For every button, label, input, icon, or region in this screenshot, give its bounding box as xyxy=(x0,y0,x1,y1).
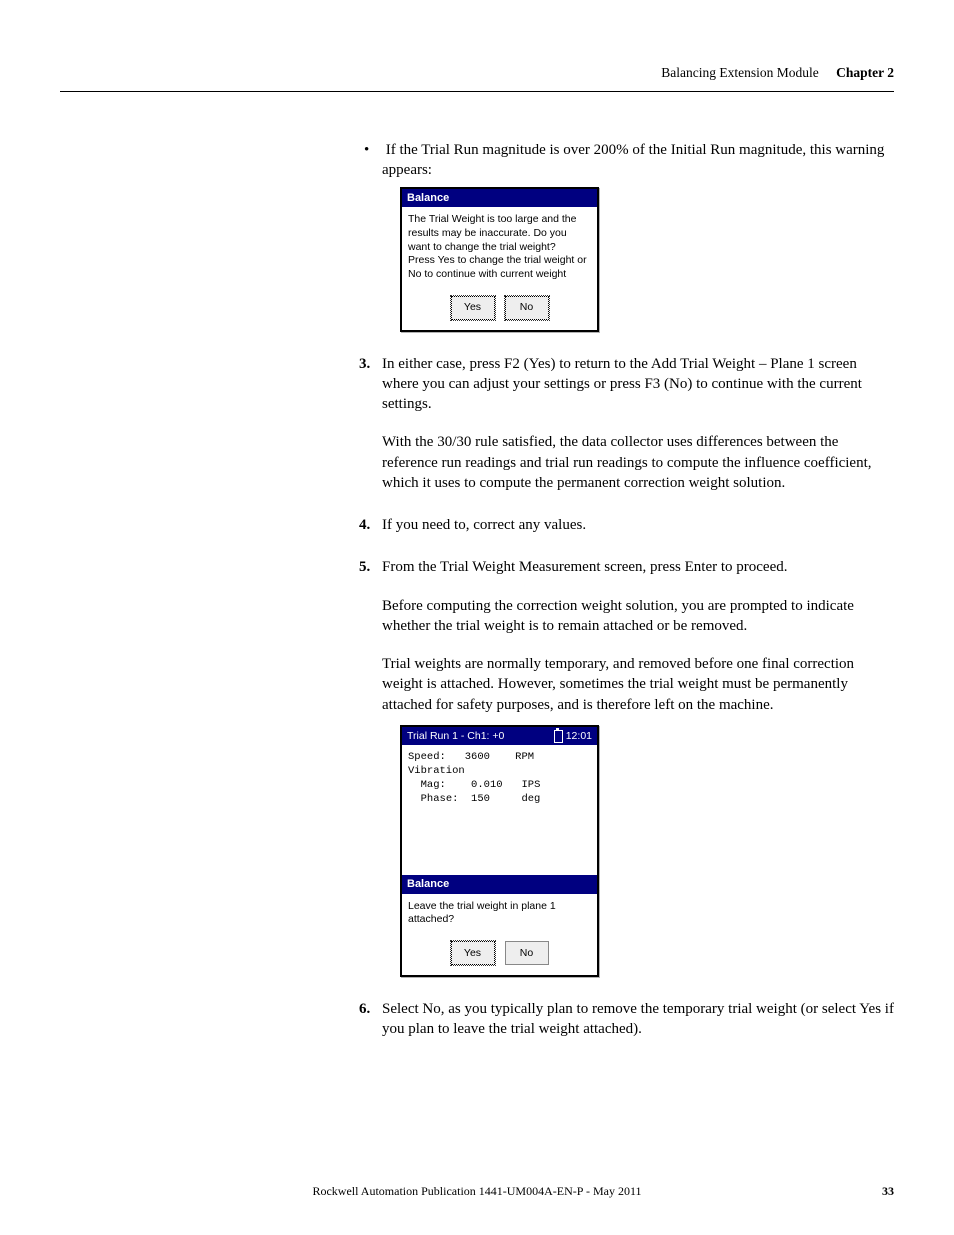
dialog-body: Leave the trial weight in plane 1 attach… xyxy=(402,894,597,935)
mag-label: Mag: xyxy=(421,779,446,791)
balance-dialog-oversize: Balance The Trial Weight is too large an… xyxy=(400,187,599,332)
trial-run-screen-figure: Trial Run 1 - Ch1: +0 12:01 Speed: 3600 … xyxy=(400,725,894,977)
step-3: 3.In either case, press F2 (Yes) to retu… xyxy=(382,354,894,415)
body-content: If the Trial Run magnitude is over 200% … xyxy=(360,140,894,1040)
step-number: 4. xyxy=(359,515,382,535)
step-text: In either case, press F2 (Yes) to return… xyxy=(382,356,862,413)
chapter-label: Chapter 2 xyxy=(836,65,894,80)
battery-icon xyxy=(554,730,563,743)
screen-body: Speed: 3600 RPM Vibration Mag: 0.010 IPS… xyxy=(402,745,597,875)
dialog-title: Balance xyxy=(402,875,597,894)
yes-button[interactable]: Yes xyxy=(451,941,495,965)
row-phase: Phase: 150 deg xyxy=(408,792,591,806)
step-6: 6.Select No, as you typically plan to re… xyxy=(382,999,894,1040)
step-number: 6. xyxy=(359,999,382,1019)
speed-unit: RPM xyxy=(515,751,534,763)
step-5: 5.From the Trial Weight Measurement scre… xyxy=(382,557,894,577)
para-before-computing: Before computing the correction weight s… xyxy=(382,596,894,637)
trial-run-screen: Trial Run 1 - Ch1: +0 12:01 Speed: 3600 … xyxy=(400,725,599,977)
page-header: Balancing Extension Module Chapter 2 xyxy=(60,65,894,92)
step-text: Select No, as you typically plan to remo… xyxy=(382,1001,894,1037)
mag-unit: IPS xyxy=(521,779,540,791)
row-speed: Speed: 3600 RPM xyxy=(408,750,591,764)
dialog-title: Balance xyxy=(402,189,597,208)
dialog-button-row: Yes No xyxy=(402,935,597,975)
yes-button[interactable]: Yes xyxy=(451,296,495,320)
phase-value: 150 xyxy=(471,793,490,805)
speed-value: 3600 xyxy=(465,751,490,763)
no-button[interactable]: No xyxy=(505,941,549,965)
mag-value: 0.010 xyxy=(471,779,503,791)
step-text: From the Trial Weight Measurement screen… xyxy=(382,559,788,575)
publication-info: Rockwell Automation Publication 1441-UM0… xyxy=(90,1184,864,1199)
row-vibration: Vibration xyxy=(408,764,591,778)
dialog-oversize-warning-figure: Balance The Trial Weight is too large an… xyxy=(400,187,894,332)
phase-unit: deg xyxy=(521,793,540,805)
step-4: 4.If you need to, correct any values. xyxy=(382,515,894,535)
screen-title-right: 12:01 xyxy=(554,729,592,743)
page-footer: Rockwell Automation Publication 1441-UM0… xyxy=(0,1184,954,1199)
bullet-warning-200: If the Trial Run magnitude is over 200% … xyxy=(382,140,894,181)
step-number: 3. xyxy=(359,354,382,374)
footer-spacer xyxy=(60,1184,90,1199)
para-trial-weights-temporary: Trial weights are normally temporary, an… xyxy=(382,654,894,715)
phase-label: Phase: xyxy=(421,793,459,805)
row-mag: Mag: 0.010 IPS xyxy=(408,778,591,792)
dialog-body: The Trial Weight is too large and the re… xyxy=(402,207,597,289)
no-button[interactable]: No xyxy=(505,296,549,320)
step-number: 5. xyxy=(359,557,382,577)
para-30-30-rule: With the 30/30 rule satisfied, the data … xyxy=(382,432,894,493)
speed-label: Speed: xyxy=(408,751,446,763)
step-text: If you need to, correct any values. xyxy=(382,517,586,533)
screen-titlebar: Trial Run 1 - Ch1: +0 12:01 xyxy=(402,727,597,745)
bullet-text: If the Trial Run magnitude is over 200% … xyxy=(382,142,884,178)
screen-time: 12:01 xyxy=(566,730,592,742)
screen-title-text: Trial Run 1 - Ch1: +0 xyxy=(407,729,504,743)
section-title: Balancing Extension Module xyxy=(661,65,818,80)
dialog-button-row: Yes No xyxy=(402,290,597,330)
page-number: 33 xyxy=(864,1184,894,1199)
